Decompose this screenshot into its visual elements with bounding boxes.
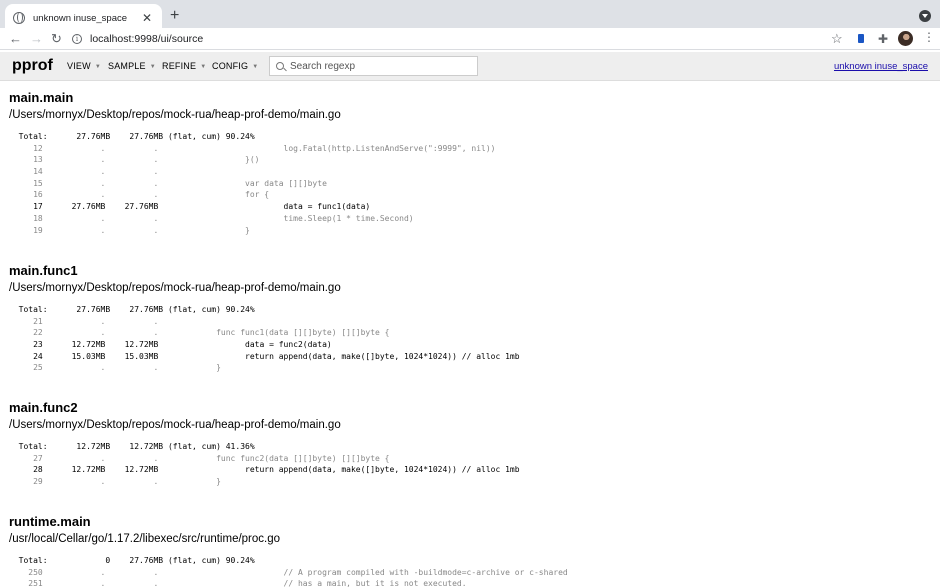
menu-config-label: CONFIG bbox=[212, 61, 249, 71]
search-icon bbox=[276, 62, 284, 70]
listing-line: 17 27.76MB 27.76MB data = func1(data) bbox=[9, 202, 371, 212]
reload-icon[interactable]: ↻ bbox=[51, 31, 62, 47]
function-name: runtime.main bbox=[9, 514, 91, 529]
extension-icon[interactable] bbox=[858, 34, 864, 43]
function-name: main.main bbox=[9, 90, 74, 105]
menu-view[interactable]: VIEW ▼ bbox=[67, 61, 101, 71]
caret-down-icon: ▼ bbox=[149, 64, 156, 70]
function-section-main-func1: main.func1 /Users/mornyx/Desktop/repos/m… bbox=[9, 263, 520, 374]
profile-avatar[interactable] bbox=[898, 31, 913, 46]
listing-line: 16 . . for { bbox=[9, 190, 270, 200]
listing-line: 24 15.03MB 15.03MB return append(data, m… bbox=[9, 351, 520, 361]
forward-icon[interactable]: → bbox=[30, 31, 43, 47]
listing-line: 251 . . // has a main, but it is not exe… bbox=[9, 579, 467, 588]
search-input[interactable] bbox=[290, 60, 470, 72]
site-info-icon[interactable]: i bbox=[72, 34, 82, 44]
pprof-logo[interactable]: pprof bbox=[12, 57, 53, 75]
function-section-main-main: main.main /Users/mornyx/Desktop/repos/mo… bbox=[9, 90, 495, 236]
source-file-path: /Users/mornyx/Desktop/repos/mock-rua/hea… bbox=[9, 282, 341, 294]
puzzle-extensions-icon[interactable]: ✚ bbox=[878, 32, 888, 46]
function-name: main.func2 bbox=[9, 400, 78, 415]
back-icon[interactable]: ← bbox=[9, 31, 22, 47]
function-section-main-func2: main.func2 /Users/mornyx/Desktop/repos/m… bbox=[9, 400, 520, 488]
listing-line: 19 . . } bbox=[9, 225, 250, 235]
listing-line: 29 . . } bbox=[9, 477, 221, 487]
listing-line: 23 12.72MB 12.72MB data = func2(data) bbox=[9, 340, 332, 350]
listing-line: 18 . . time.Sleep(1 * time.Second) bbox=[9, 213, 414, 223]
menu-sample[interactable]: SAMPLE ▼ bbox=[108, 61, 156, 71]
caret-down-icon: ▼ bbox=[200, 64, 207, 70]
profile-type-link[interactable]: unknown inuse_space bbox=[834, 61, 928, 72]
function-section-runtime-main: runtime.main /usr/local/Cellar/go/1.17.2… bbox=[9, 514, 568, 588]
menu-config[interactable]: CONFIG ▼ bbox=[212, 61, 258, 71]
tab-title: unknown inuse_space bbox=[33, 12, 128, 24]
listing-line: 14 . . bbox=[9, 167, 159, 177]
code-listing: Total: 0 27.76MB (flat, cum) 90.24% 250 … bbox=[9, 555, 568, 588]
bookmark-star-icon[interactable]: ☆ bbox=[831, 32, 843, 45]
code-listing: Total: 12.72MB 12.72MB (flat, cum) 41.36… bbox=[9, 441, 520, 488]
source-file-path: /Users/mornyx/Desktop/repos/mock-rua/hea… bbox=[9, 419, 341, 431]
source-file-path: /Users/mornyx/Desktop/repos/mock-rua/hea… bbox=[9, 109, 341, 121]
listing-line: Total: 0 27.76MB (flat, cum) 90.24% bbox=[9, 556, 255, 565]
new-tab-icon[interactable]: + bbox=[170, 8, 179, 24]
search-box[interactable] bbox=[269, 56, 478, 76]
listing-line: Total: 27.76MB 27.76MB (flat, cum) 90.24… bbox=[9, 305, 255, 314]
menu-view-label: VIEW bbox=[67, 61, 91, 71]
listing-line: 21 . . bbox=[9, 316, 159, 326]
source-listing: main.main /Users/mornyx/Desktop/repos/mo… bbox=[0, 81, 940, 588]
listing-line: 22 . . func func1(data [][]byte) [][]byt… bbox=[9, 328, 390, 338]
listing-line: Total: 12.72MB 12.72MB (flat, cum) 41.36… bbox=[9, 442, 255, 451]
listing-line: 15 . . var data [][]byte bbox=[9, 178, 327, 188]
browser-toolbar: ← → ↻ i localhost:9998/ui/source ☆ ✚ ⋮ bbox=[0, 28, 940, 50]
address-bar[interactable]: i localhost:9998/ui/source bbox=[72, 29, 852, 49]
menu-refine[interactable]: REFINE ▼ bbox=[162, 61, 206, 71]
listing-line: 25 . . } bbox=[9, 363, 221, 373]
browser-menu-icon[interactable]: ⋮ bbox=[923, 30, 935, 44]
caret-down-icon: ▼ bbox=[94, 64, 101, 70]
menu-sample-label: SAMPLE bbox=[108, 61, 146, 71]
listing-line: 12 . . log.Fatal(http.ListenAndServe(":9… bbox=[9, 143, 496, 153]
globe-icon bbox=[13, 12, 25, 24]
menu-refine-label: REFINE bbox=[162, 61, 197, 71]
code-listing: Total: 27.76MB 27.76MB (flat, cum) 90.24… bbox=[9, 131, 496, 236]
listing-line: 250 . . // A program compiled with -buil… bbox=[9, 567, 568, 577]
listing-line: 13 . . }() bbox=[9, 155, 260, 165]
url-text[interactable]: localhost:9998/ui/source bbox=[90, 33, 203, 45]
listing-line: 27 . . func func2(data [][]byte) [][]byt… bbox=[9, 453, 390, 463]
close-tab-icon[interactable]: ✕ bbox=[140, 11, 154, 25]
pprof-header: pprof VIEW▼ SAMPLE▼ REFINE▼ CONFIG▼ unkn… bbox=[0, 52, 940, 81]
tab-search-icon[interactable] bbox=[919, 10, 931, 22]
source-file-path: /usr/local/Cellar/go/1.17.2/libexec/src/… bbox=[9, 533, 281, 545]
listing-line: Total: 27.76MB 27.76MB (flat, cum) 90.24… bbox=[9, 132, 255, 141]
code-listing: Total: 27.76MB 27.76MB (flat, cum) 90.24… bbox=[9, 304, 520, 374]
caret-down-icon: ▼ bbox=[252, 64, 259, 70]
listing-line: 28 12.72MB 12.72MB return append(data, m… bbox=[9, 465, 520, 475]
function-name: main.func1 bbox=[9, 263, 78, 278]
